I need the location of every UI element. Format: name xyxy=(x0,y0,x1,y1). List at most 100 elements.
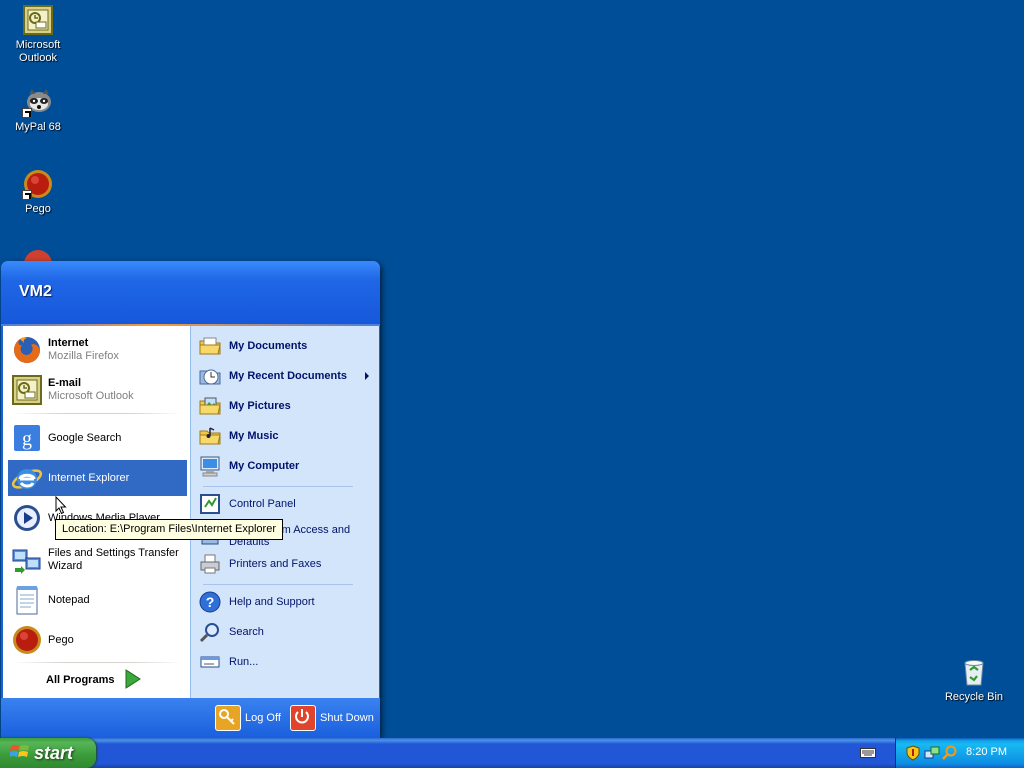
pinned-item-internet[interactable]: Internet Mozilla Firefox xyxy=(8,332,187,368)
log-off-label: Log Off xyxy=(245,712,281,724)
start-button[interactable]: start xyxy=(0,738,96,768)
location-tooltip: Location: E:\Program Files\Internet Expl… xyxy=(55,519,283,540)
support-item-help[interactable]: ? Help and Support xyxy=(195,588,375,616)
shut-down-label: Shut Down xyxy=(320,712,374,724)
item-title: E-mail xyxy=(48,377,82,389)
place-item-my-documents[interactable]: My Documents xyxy=(195,332,375,360)
place-item-my-computer[interactable]: My Computer xyxy=(195,452,375,480)
shortcut-arrow-icon xyxy=(22,190,32,200)
outlook-icon xyxy=(22,4,54,36)
desktop-icon-label: MyPal 68 xyxy=(15,121,61,133)
my-documents-icon xyxy=(199,335,221,357)
shortcut-arrow-icon xyxy=(22,108,32,118)
item-title: My Computer xyxy=(229,460,300,472)
search-icon xyxy=(199,621,221,643)
start-menu-footer: Log Off Shut Down xyxy=(1,698,380,738)
item-title: Google Search xyxy=(48,431,122,444)
item-title: Search xyxy=(229,626,264,638)
desktop-icon-outlook[interactable]: Microsoft Outlook xyxy=(0,4,76,65)
item-title: My Pictures xyxy=(229,400,291,412)
item-title: Internet xyxy=(48,337,89,349)
item-title: Printers and Faxes xyxy=(229,558,322,570)
program-item-internet-explorer[interactable]: Internet Explorer xyxy=(8,460,187,496)
log-off-icon xyxy=(215,705,241,731)
item-title: Pego xyxy=(48,633,74,646)
keyboard-icon[interactable] xyxy=(860,747,876,762)
google-icon: g xyxy=(11,422,43,454)
system-item-printers[interactable]: Printers and Faxes xyxy=(195,550,375,578)
separator xyxy=(12,413,182,414)
green-arrow-icon xyxy=(124,668,142,693)
my-music-icon xyxy=(199,425,221,447)
power-icon xyxy=(290,705,316,731)
security-shield-icon[interactable] xyxy=(906,745,920,764)
recycle-bin-icon xyxy=(958,656,990,688)
item-title: Wizard xyxy=(48,560,83,572)
item-title: My Music xyxy=(229,430,279,442)
start-menu-programs: Internet Mozilla Firefox E-mail Microsof… xyxy=(3,326,190,698)
system-tray: 8:20 PM xyxy=(895,738,1024,768)
mouse-cursor-icon xyxy=(55,495,67,518)
clock: 8:20 PM xyxy=(966,746,1007,758)
item-title: Help and Support xyxy=(229,596,315,608)
media-player-icon xyxy=(11,502,43,534)
printer-icon xyxy=(199,553,221,575)
item-title: My Recent Documents xyxy=(229,370,347,382)
desktop-icon-label: Microsoft xyxy=(15,39,61,51)
start-menu-header: VM2 xyxy=(1,261,380,324)
network-icon[interactable] xyxy=(924,745,940,764)
pego-icon xyxy=(22,168,54,200)
item-title: Internet Explorer xyxy=(48,471,130,484)
log-off-button[interactable]: Log Off xyxy=(215,705,281,731)
my-pictures-icon xyxy=(199,395,221,417)
start-menu-places: My Documents My Recent Documents My Pict… xyxy=(190,326,379,698)
place-item-my-music[interactable]: My Music xyxy=(195,422,375,450)
item-subtitle: Mozilla Firefox xyxy=(48,350,119,362)
all-programs-label: All Programs xyxy=(46,674,115,686)
desktop-icon-label: Recycle Bin xyxy=(944,691,1004,703)
all-programs-button[interactable]: All Programs xyxy=(46,667,166,693)
desktop-icon-mypal[interactable]: MyPal 68 xyxy=(0,86,76,134)
program-item-pego[interactable]: Pego xyxy=(8,622,187,658)
internet-explorer-icon xyxy=(11,462,43,494)
svg-text:g: g xyxy=(22,428,32,450)
separator xyxy=(203,486,353,487)
desktop-icon-pego[interactable]: Pego xyxy=(0,168,76,216)
run-icon xyxy=(199,651,221,673)
item-title: Notepad xyxy=(48,593,90,606)
place-item-my-recent-documents[interactable]: My Recent Documents xyxy=(195,362,375,390)
outlook-icon xyxy=(11,374,43,406)
item-title: My Documents xyxy=(229,340,308,352)
start-label: start xyxy=(34,742,74,763)
search-tray-icon[interactable] xyxy=(942,745,958,764)
support-item-search[interactable]: Search xyxy=(195,618,375,646)
mypal-icon xyxy=(22,86,54,118)
item-title: Files and Settings Transfer xyxy=(48,547,179,559)
taskbar: start 8:20 PM xyxy=(0,738,1024,768)
desktop-icon-recycle-bin[interactable]: Recycle Bin xyxy=(936,656,1012,704)
support-item-run[interactable]: Run... xyxy=(195,648,375,676)
program-item-transfer-wizard[interactable]: Files and Settings Transfer Wizard xyxy=(8,540,187,580)
svg-text:?: ? xyxy=(206,594,215,610)
submenu-arrow-icon xyxy=(365,372,369,380)
help-icon: ? xyxy=(199,591,221,613)
item-subtitle: Microsoft Outlook xyxy=(48,390,134,402)
place-item-my-pictures[interactable]: My Pictures xyxy=(195,392,375,420)
desktop-icon-partial[interactable] xyxy=(22,248,54,261)
control-panel-icon xyxy=(199,493,221,515)
desktop-icon-label: Outlook xyxy=(19,52,57,64)
pego-icon xyxy=(11,624,43,656)
separator xyxy=(12,662,182,663)
user-name: VM2 xyxy=(19,283,52,300)
notepad-icon xyxy=(11,584,43,616)
my-computer-icon xyxy=(199,455,221,477)
program-item-notepad[interactable]: Notepad xyxy=(8,582,187,618)
transfer-wizard-icon xyxy=(11,544,43,576)
system-item-control-panel[interactable]: Control Panel xyxy=(195,490,375,518)
shut-down-button[interactable]: Shut Down xyxy=(290,705,374,731)
windows-logo-icon xyxy=(9,743,30,764)
desktop-icon-label: Pego xyxy=(25,203,51,215)
pinned-item-email[interactable]: E-mail Microsoft Outlook xyxy=(8,372,187,408)
program-item-google-search[interactable]: g Google Search xyxy=(8,420,187,456)
firefox-icon xyxy=(11,334,43,366)
